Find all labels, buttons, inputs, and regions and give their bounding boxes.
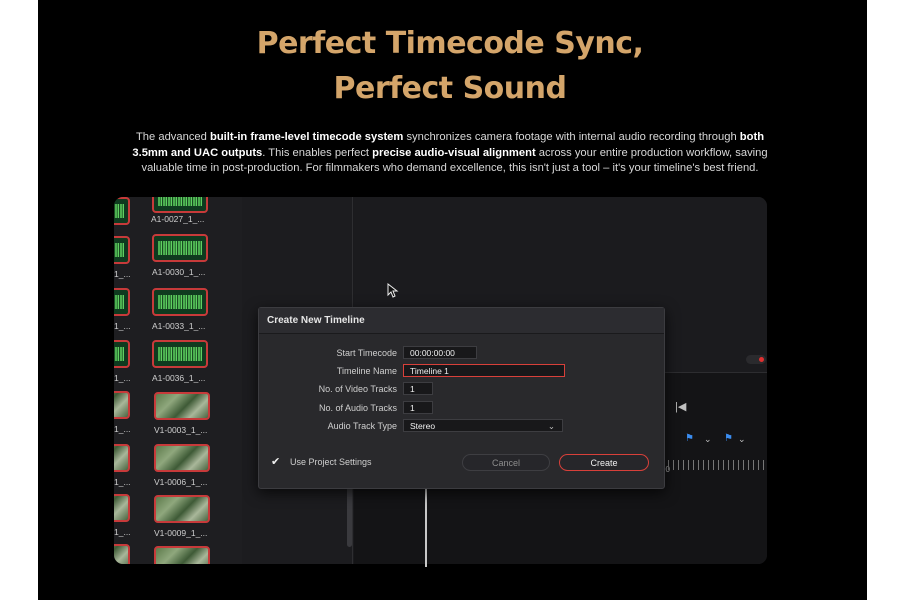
clip-thumbnail[interactable]: [114, 444, 130, 472]
timeline-name-label: Timeline Name: [336, 366, 397, 376]
record-toggle[interactable]: [746, 355, 766, 364]
playhead[interactable]: [425, 487, 427, 567]
mouse-cursor-icon: [387, 283, 399, 298]
create-new-timeline-dialog: Create New Timeline Start Timecode 00:00…: [258, 307, 665, 489]
audio-tracks-field[interactable]: 1: [403, 401, 433, 414]
audio-tracks-label: No. of Audio Tracks: [318, 403, 397, 413]
video-tracks-label: No. of Video Tracks: [318, 384, 397, 394]
headline-line-2: Perfect Sound: [333, 71, 567, 106]
clip-thumbnail[interactable]: [114, 197, 130, 225]
clip-thumbnail[interactable]: [114, 288, 130, 316]
clip-label: A1-0027_1_...: [151, 214, 205, 224]
flag-icon[interactable]: ⚑: [724, 433, 733, 444]
clip-label: A1-0033_1_...: [152, 321, 206, 331]
timeline-name-field[interactable]: Timeline 1: [403, 364, 565, 377]
clip-thumbnail[interactable]: [154, 495, 210, 523]
clip-thumbnail[interactable]: [114, 494, 130, 522]
clip-label: V1-0006_1_...: [154, 477, 208, 487]
chevron-down-icon[interactable]: ⌄: [738, 434, 746, 445]
headline-line-1: Perfect Timecode Sync,: [256, 26, 644, 61]
clip-label: A1-0030_1_...: [152, 267, 206, 277]
clip-label: A1-0036_1_...: [152, 373, 206, 383]
marker-flag-icon[interactable]: ⚑: [685, 433, 694, 444]
clip-thumbnail[interactable]: [114, 340, 130, 368]
previous-frame-icon[interactable]: |◀: [675, 400, 686, 413]
dialog-title: Create New Timeline: [259, 308, 664, 334]
clip-thumbnail[interactable]: [152, 288, 208, 316]
clip-thumbnail[interactable]: [152, 340, 208, 368]
clip-thumbnail[interactable]: [114, 544, 130, 564]
clip-thumbnail[interactable]: [152, 197, 208, 213]
start-timecode-field[interactable]: 00:00:00:00: [403, 346, 477, 359]
audio-track-type-select[interactable]: Stereo ⌄: [403, 419, 563, 432]
clip-thumbnail[interactable]: [154, 546, 210, 564]
clip-thumbnail[interactable]: [154, 444, 210, 472]
description-paragraph: The advanced built-in frame-level timeco…: [132, 131, 768, 174]
chevron-down-icon: ⌄: [547, 421, 555, 431]
audio-track-type-value: Stereo: [410, 421, 436, 431]
start-timecode-label: Start Timecode: [336, 348, 397, 358]
clip-thumbnail[interactable]: [154, 392, 210, 420]
clip-thumbnail[interactable]: [152, 234, 208, 262]
timeline-ruler: [663, 460, 768, 470]
clip-label: V1-0003_1_...: [154, 425, 208, 435]
use-project-settings-label: Use Project Settings: [290, 457, 372, 467]
checkmark-icon[interactable]: ✔: [271, 455, 280, 468]
clip-thumbnail[interactable]: [114, 236, 130, 264]
chevron-down-icon[interactable]: ⌄: [704, 434, 712, 445]
video-tracks-field[interactable]: 1: [403, 382, 433, 395]
cancel-button[interactable]: Cancel: [462, 454, 550, 471]
audio-track-type-label: Audio Track Type: [327, 421, 397, 431]
clip-thumbnail[interactable]: [114, 391, 130, 419]
create-button[interactable]: Create: [559, 454, 649, 471]
clip-label: V1-0009_1_...: [154, 528, 208, 538]
